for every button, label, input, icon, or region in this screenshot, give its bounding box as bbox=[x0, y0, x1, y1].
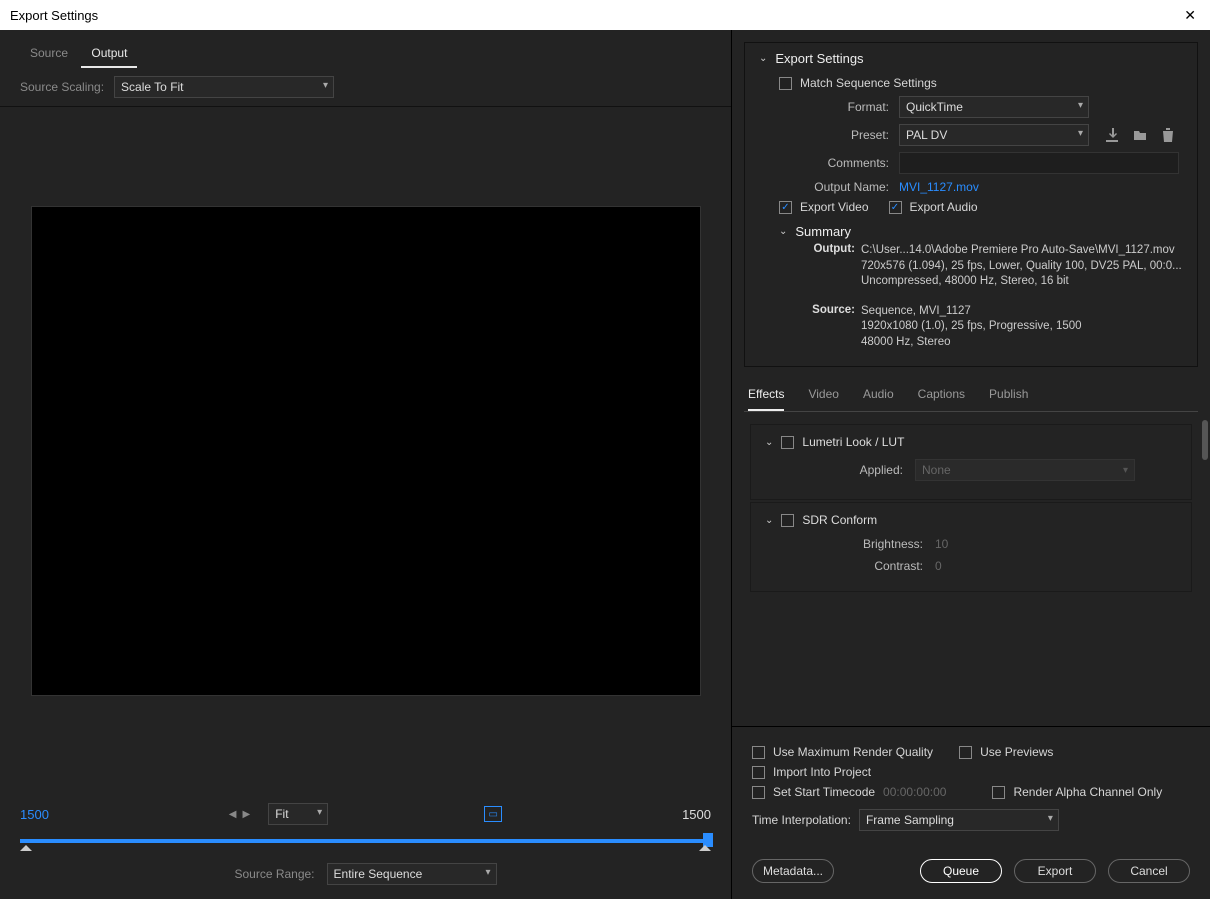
collapse-summary-icon[interactable]: ⌄ bbox=[779, 226, 787, 237]
format-label: Format: bbox=[809, 100, 899, 114]
import-project-label: Import Into Project bbox=[773, 765, 871, 779]
render-alpha-checkbox[interactable] bbox=[992, 786, 1005, 799]
step-back-icon[interactable]: ◀ bbox=[229, 809, 237, 820]
comments-label: Comments: bbox=[809, 156, 899, 170]
summary-output-value: C:\User...14.0\Adobe Premiere Pro Auto-S… bbox=[861, 243, 1183, 290]
use-previews-checkbox[interactable] bbox=[959, 746, 972, 759]
summary-source-label: Source: bbox=[799, 304, 861, 351]
preview-video bbox=[31, 206, 701, 696]
preset-select[interactable]: PAL DV bbox=[899, 124, 1089, 146]
use-previews-label: Use Previews bbox=[980, 745, 1053, 759]
applied-select: None bbox=[915, 459, 1135, 481]
collapse-export-icon[interactable]: ⌄ bbox=[759, 53, 767, 64]
summary-source-value: Sequence, MVI_1127 1920x1080 (1.0), 25 f… bbox=[861, 304, 1183, 351]
close-icon[interactable]: ✕ bbox=[1180, 3, 1200, 28]
brightness-label: Brightness: bbox=[815, 537, 935, 551]
dialog-title: Export Settings bbox=[10, 8, 98, 23]
preview-panel: Source Output Source Scaling: Scale To F… bbox=[0, 30, 732, 899]
timecode-in[interactable]: 1500 bbox=[20, 807, 49, 822]
subtab-captions[interactable]: Captions bbox=[918, 387, 965, 411]
contrast-label: Contrast: bbox=[815, 559, 935, 573]
delete-preset-icon[interactable] bbox=[1159, 126, 1177, 144]
format-select[interactable]: QuickTime bbox=[899, 96, 1089, 118]
tab-source[interactable]: Source bbox=[20, 40, 78, 66]
source-range-select[interactable]: Entire Sequence bbox=[327, 863, 497, 885]
time-interp-select[interactable]: Frame Sampling bbox=[859, 809, 1059, 831]
start-timecode-label: Set Start Timecode bbox=[773, 785, 875, 799]
max-render-checkbox[interactable] bbox=[752, 746, 765, 759]
save-preset-icon[interactable] bbox=[1103, 126, 1121, 144]
timeline-scrubber[interactable] bbox=[20, 833, 711, 849]
sdr-title: SDR Conform bbox=[802, 513, 877, 527]
match-sequence-checkbox[interactable] bbox=[779, 77, 792, 90]
summary-header: Summary bbox=[795, 224, 851, 239]
time-interp-label: Time Interpolation: bbox=[752, 813, 851, 827]
queue-button[interactable]: Queue bbox=[920, 859, 1002, 883]
out-point-icon[interactable] bbox=[699, 845, 711, 851]
source-scaling-label: Source Scaling: bbox=[20, 80, 104, 94]
brightness-value: 10 bbox=[935, 537, 948, 551]
start-timecode-value: 00:00:00:00 bbox=[883, 785, 946, 799]
collapse-lumetri-icon[interactable]: ⌄ bbox=[765, 437, 773, 448]
metadata-button[interactable]: Metadata... bbox=[752, 859, 834, 883]
max-render-label: Use Maximum Render Quality bbox=[773, 745, 933, 759]
source-range-label: Source Range: bbox=[234, 867, 314, 881]
export-audio-checkbox[interactable] bbox=[889, 201, 902, 214]
summary-output-label: Output: bbox=[799, 243, 861, 290]
subtab-effects[interactable]: Effects bbox=[748, 387, 784, 411]
output-name-label: Output Name: bbox=[789, 180, 899, 194]
zoom-fit-select[interactable]: Fit bbox=[268, 803, 328, 825]
step-forward-icon[interactable]: ▶ bbox=[243, 809, 251, 820]
sdr-enable-checkbox[interactable] bbox=[781, 514, 794, 527]
lumetri-title: Lumetri Look / LUT bbox=[802, 435, 904, 449]
match-sequence-label: Match Sequence Settings bbox=[800, 76, 937, 90]
subtab-video[interactable]: Video bbox=[808, 387, 838, 411]
subtab-publish[interactable]: Publish bbox=[989, 387, 1028, 411]
export-video-label: Export Video bbox=[800, 200, 869, 214]
source-scaling-select[interactable]: Scale To Fit bbox=[114, 76, 334, 98]
contrast-value: 0 bbox=[935, 559, 942, 573]
render-alpha-label: Render Alpha Channel Only bbox=[1013, 785, 1162, 799]
subtab-audio[interactable]: Audio bbox=[863, 387, 894, 411]
applied-label: Applied: bbox=[855, 463, 915, 477]
export-audio-label: Export Audio bbox=[910, 200, 978, 214]
output-name-link[interactable]: MVI_1127.mov bbox=[899, 180, 979, 194]
cancel-button[interactable]: Cancel bbox=[1108, 859, 1190, 883]
tab-output[interactable]: Output bbox=[81, 40, 137, 68]
import-project-checkbox[interactable] bbox=[752, 766, 765, 779]
crop-output-icon[interactable]: ▭ bbox=[484, 806, 502, 822]
export-settings-header: Export Settings bbox=[775, 51, 863, 66]
start-timecode-checkbox[interactable] bbox=[752, 786, 765, 799]
export-button[interactable]: Export bbox=[1014, 859, 1096, 883]
settings-panel: ⌄ Export Settings Match Sequence Setting… bbox=[732, 30, 1210, 899]
timecode-out: 1500 bbox=[682, 807, 711, 822]
titlebar: Export Settings ✕ bbox=[0, 0, 1210, 30]
preset-label: Preset: bbox=[809, 128, 899, 142]
export-video-checkbox[interactable] bbox=[779, 201, 792, 214]
comments-input[interactable] bbox=[899, 152, 1179, 174]
effects-scrollbar[interactable] bbox=[1202, 420, 1208, 460]
import-preset-icon[interactable] bbox=[1131, 126, 1149, 144]
in-point-icon[interactable] bbox=[20, 845, 32, 851]
lumetri-enable-checkbox[interactable] bbox=[781, 436, 794, 449]
collapse-sdr-icon[interactable]: ⌄ bbox=[765, 515, 773, 526]
